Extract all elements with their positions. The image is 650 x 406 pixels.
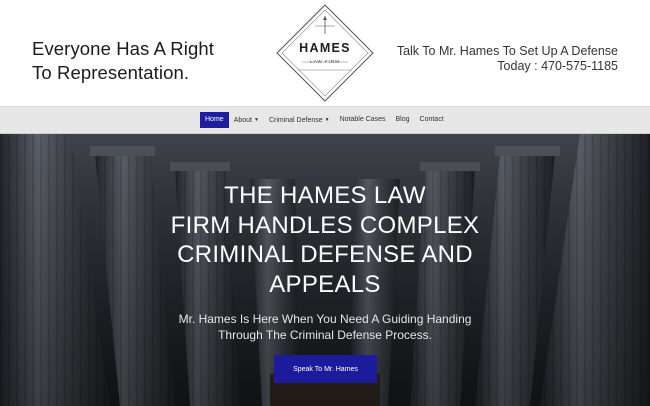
site-header: Everyone Has A Right To Representation. … (0, 0, 650, 106)
nav-items: Home About ▼ Criminal Defense ▼ Notable Cases… (200, 112, 449, 128)
nav-item-label: Notable Cases (339, 116, 386, 123)
nav-item-blog[interactable]: Blog (391, 112, 415, 128)
nav-item-label: Blog (395, 116, 410, 123)
nav-item-label: Contact (419, 116, 444, 123)
hero-title-line: THE HAMES LAW (224, 182, 426, 209)
speak-to-mr-hames-button[interactable]: Speak To Mr. Hames (274, 355, 377, 383)
hero-subtitle-line-2: Through The Criminal Defense Process. (218, 328, 432, 342)
logo-subtitle: LAW FIRM (310, 59, 340, 64)
logo-name: HAMES (299, 41, 351, 55)
hero-subtitle: Mr. Hames Is Here When You Need A Guidin… (140, 311, 510, 343)
nav-item-about[interactable]: About ▼ (229, 112, 264, 128)
contact-phone[interactable]: Today : 470-575-1185 (397, 59, 618, 74)
nav-item-home[interactable]: Home (200, 112, 229, 128)
main-nav: Home About ▼ Criminal Defense ▼ Notable Cases… (0, 106, 650, 134)
hero-title-line: APPEALS (269, 270, 381, 298)
nav-item-label: Home (205, 116, 224, 123)
tagline-line-2: To Representation. (32, 62, 190, 83)
nav-item-contact[interactable]: Contact (415, 112, 449, 128)
nav-item-notable-cases[interactable]: Notable Cases (335, 112, 391, 128)
header-tagline: Everyone Has A Right To Representation. (32, 37, 214, 85)
hero-subtitle-line-1: Mr. Hames Is Here When You Need A Guidin… (178, 312, 472, 326)
nav-item-label: Criminal Defense (268, 117, 323, 124)
nav-item-criminal-defense[interactable]: Criminal Defense ▼ (264, 112, 335, 128)
site-logo[interactable]: HAMES LAW FIRM (276, 4, 374, 102)
hero-title: THE HAMES LAW FIRM HANDLES COMPLEX CRIMINA… (150, 181, 500, 299)
hero-title-line: CRIMINAL DEFENSE AND (177, 241, 473, 268)
contact-line-1: Talk To Mr. Hames To Set Up A Defense (396, 44, 618, 58)
tagline-line-1: Everyone Has A Right (32, 38, 214, 59)
chevron-down-icon: ▼ (253, 117, 259, 123)
hero-section: THE HAMES LAW FIRM HANDLES COMPLEX CRIMINA… (0, 134, 650, 406)
hero-title-line: FIRM HANDLES COMPLEX (170, 211, 480, 239)
header-contact: Talk To Mr. Hames To Set Up A Defense To… (397, 44, 618, 74)
chevron-down-icon: ▼ (324, 117, 330, 123)
nav-item-label: About (233, 117, 252, 124)
